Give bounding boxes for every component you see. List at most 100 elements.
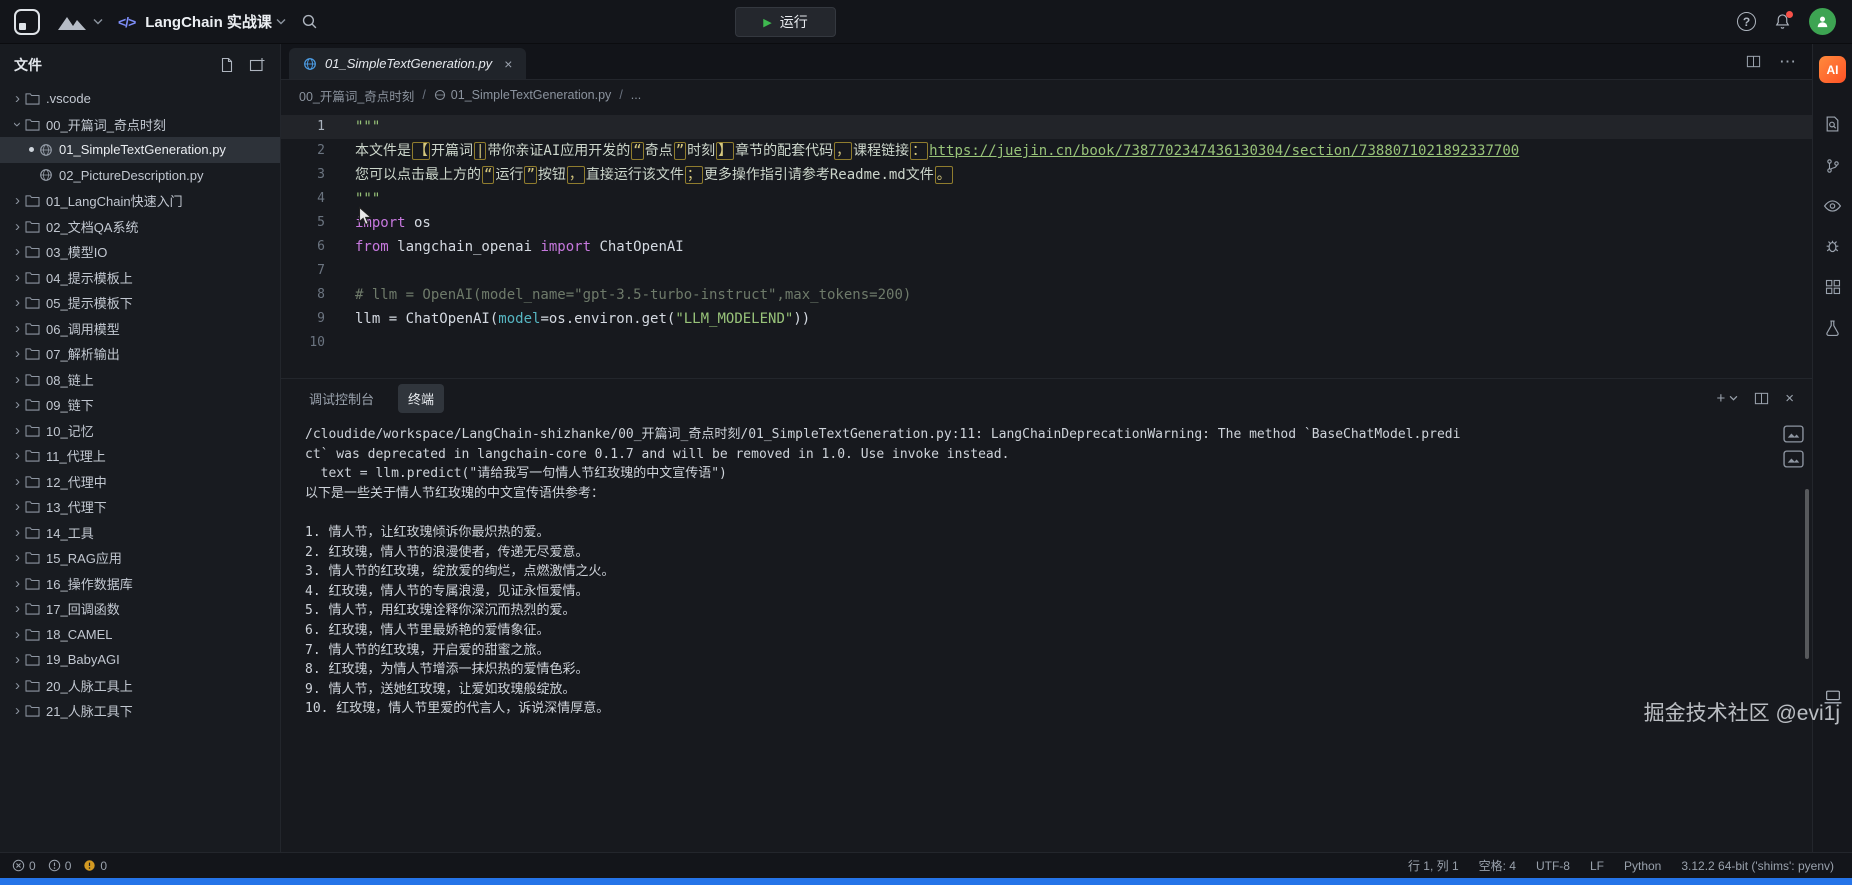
tree-file[interactable]: 01_SimpleTextGeneration.py bbox=[0, 137, 280, 163]
new-folder-button[interactable] bbox=[249, 57, 266, 73]
new-file-button[interactable] bbox=[219, 57, 235, 73]
tree-folder[interactable]: › 05_提示模板下 bbox=[0, 290, 280, 316]
tree-folder[interactable]: › 17_回调函数 bbox=[0, 596, 280, 622]
app-logo-icon[interactable] bbox=[14, 8, 40, 35]
line-number[interactable]: 1 bbox=[281, 115, 331, 139]
code-token: ” bbox=[524, 166, 537, 184]
line-number[interactable]: 6 bbox=[281, 235, 331, 259]
preview-button[interactable] bbox=[1823, 199, 1842, 213]
code-line[interactable]: 8 # llm = OpenAI(model_name="gpt-3.5-turb… bbox=[281, 283, 1812, 307]
tree-folder[interactable]: › 08_链上 bbox=[0, 367, 280, 393]
line-number[interactable]: 7 bbox=[281, 259, 331, 283]
tree-folder[interactable]: › 21_人脉工具下 bbox=[0, 698, 280, 724]
tree-folder[interactable]: › 18_CAMEL bbox=[0, 622, 280, 648]
tree-folder[interactable]: › 15_RAG应用 bbox=[0, 545, 280, 571]
breadcrumb-item[interactable]: ... bbox=[631, 88, 641, 102]
line-number[interactable]: 10 bbox=[281, 331, 331, 355]
code-editor[interactable]: 1 """ 2 本文件是【开篇词 | 带你亲证AI应用开发的 “奇点” 时刻】章节的配套代码，… bbox=[281, 110, 1812, 378]
tree-folder[interactable]: › 20_人脉工具上 bbox=[0, 673, 280, 699]
line-number[interactable]: 2 bbox=[281, 139, 331, 163]
tree-folder[interactable]: › 16_操作数据库 bbox=[0, 571, 280, 597]
ai-assistant-button[interactable]: AI bbox=[1819, 56, 1846, 83]
line-number[interactable]: 9 bbox=[281, 307, 331, 331]
tree-folder[interactable]: › .vscode bbox=[0, 86, 280, 112]
chevron-icon: › bbox=[15, 421, 20, 439]
file-search-button[interactable] bbox=[1824, 115, 1841, 133]
tree-folder[interactable]: › 04_提示模板上 bbox=[0, 265, 280, 291]
tree-folder[interactable]: › 09_链下 bbox=[0, 392, 280, 418]
tree-folder[interactable]: › 02_文档QA系统 bbox=[0, 214, 280, 240]
code-line[interactable]: 1 """ bbox=[281, 115, 1812, 139]
editor-tab[interactable]: 01_SimpleTextGeneration.py × bbox=[289, 48, 527, 79]
tree-folder[interactable]: › 07_解析输出 bbox=[0, 341, 280, 367]
split-editor-button[interactable] bbox=[1746, 54, 1761, 69]
terminal[interactable]: /cloudide/workspace/LangChain-shizhanke/… bbox=[281, 417, 1812, 852]
close-panel-icon[interactable]: × bbox=[1785, 390, 1794, 407]
workspace-switcher[interactable] bbox=[55, 12, 103, 32]
tree-folder[interactable]: › 13_代理下 bbox=[0, 494, 280, 520]
editor-column: 01_SimpleTextGeneration.py × ⋯ 00_开篇词_奇点… bbox=[281, 44, 1812, 852]
bottom-panel: 调试控制台 终端 + × /cloudide/workspace/LangCha… bbox=[281, 378, 1812, 852]
new-terminal-button[interactable]: + bbox=[1716, 390, 1738, 407]
code-line[interactable]: 6 from langchain_openai import ChatOpenAI bbox=[281, 235, 1812, 259]
avatar[interactable] bbox=[1809, 8, 1836, 35]
folder-icon bbox=[25, 603, 40, 615]
status-count: 0 bbox=[100, 858, 108, 873]
code-line[interactable]: 7 bbox=[281, 259, 1812, 283]
status-item[interactable]: 行 1, 列 1 bbox=[1408, 857, 1459, 874]
help-icon[interactable]: ? bbox=[1737, 12, 1756, 31]
panel-tab-debug-console[interactable]: 调试控制台 bbox=[299, 384, 384, 413]
breadcrumb-item[interactable]: 01_SimpleTextGeneration.py bbox=[434, 88, 611, 102]
split-panel-button[interactable] bbox=[1754, 391, 1769, 406]
code-line[interactable]: 4 """ bbox=[281, 187, 1812, 211]
chevron-icon: › bbox=[15, 447, 20, 465]
status-notifications[interactable]: 0 bbox=[83, 859, 107, 873]
panel-tab-terminal[interactable]: 终端 bbox=[398, 383, 445, 413]
source-control-button[interactable] bbox=[1825, 157, 1841, 175]
project-switcher[interactable]: </> LangChain 实战课 bbox=[118, 11, 286, 32]
tree-folder[interactable]: › 00_开篇词_奇点时刻 bbox=[0, 112, 280, 138]
code-token: "LLM_MODELEND" bbox=[675, 311, 794, 327]
code-line[interactable]: 3 您可以点击最上方的 “运行” 按钮，直接运行该文件；更多操作指引请参考Readme… bbox=[281, 163, 1812, 187]
code-token: “ bbox=[482, 166, 495, 184]
breadcrumb-item[interactable]: 00_开篇词_奇点时刻 bbox=[299, 86, 414, 105]
line-number[interactable]: 8 bbox=[281, 283, 331, 307]
tree-folder[interactable]: › 06_调用模型 bbox=[0, 316, 280, 342]
code-line[interactable]: 10 bbox=[281, 331, 1812, 355]
run-button[interactable]: ▶ 运行 bbox=[735, 7, 836, 37]
tree-file[interactable]: 02_PictureDescription.py bbox=[0, 163, 280, 189]
code-line[interactable]: 2 本文件是【开篇词 | 带你亲证AI应用开发的 “奇点” 时刻】章节的配套代码，课程链接… bbox=[281, 139, 1812, 163]
tree-folder[interactable]: › 03_模型IO bbox=[0, 239, 280, 265]
code-line[interactable]: 5 import os bbox=[281, 211, 1812, 235]
status-item[interactable]: 3.12.2 64-bit ('shims': pyenv) bbox=[1681, 859, 1834, 873]
tree-folder[interactable]: › 01_LangChain快速入门 bbox=[0, 188, 280, 214]
terminal-scrollbar[interactable] bbox=[1805, 489, 1809, 659]
search-button[interactable] bbox=[301, 13, 318, 30]
tree-folder[interactable]: › 10_记忆 bbox=[0, 418, 280, 444]
notifications-button[interactable] bbox=[1774, 11, 1793, 30]
line-number[interactable]: 4 bbox=[281, 187, 331, 211]
status-item[interactable]: LF bbox=[1590, 859, 1604, 873]
picture-icon[interactable] bbox=[1783, 450, 1804, 468]
extensions-button[interactable] bbox=[1825, 279, 1841, 295]
remote-button[interactable] bbox=[1823, 689, 1842, 705]
debug-button[interactable] bbox=[1824, 237, 1841, 255]
picture-icon[interactable] bbox=[1783, 425, 1804, 443]
tree-folder[interactable]: › 19_BabyAGI bbox=[0, 647, 280, 673]
line-number[interactable]: 5 bbox=[281, 211, 331, 235]
testing-button[interactable] bbox=[1824, 319, 1841, 337]
status-item[interactable]: 空格: 4 bbox=[1479, 857, 1516, 874]
tree-folder[interactable]: › 11_代理上 bbox=[0, 443, 280, 469]
notification-dot bbox=[1786, 11, 1793, 18]
chevron-icon: › bbox=[15, 625, 20, 643]
line-number[interactable]: 3 bbox=[281, 163, 331, 187]
status-item[interactable]: Python bbox=[1624, 859, 1661, 873]
code-line[interactable]: 9 llm = ChatOpenAI(model=os.environ.get("… bbox=[281, 307, 1812, 331]
status-item[interactable]: UTF-8 bbox=[1536, 859, 1570, 873]
status-errors[interactable]: 0 bbox=[12, 859, 36, 873]
close-icon[interactable]: × bbox=[504, 56, 512, 72]
tree-folder[interactable]: › 12_代理中 bbox=[0, 469, 280, 495]
tree-folder[interactable]: › 14_工具 bbox=[0, 520, 280, 546]
more-actions-icon[interactable]: ⋯ bbox=[1779, 52, 1796, 72]
status-warnings[interactable]: 0 bbox=[48, 859, 71, 873]
